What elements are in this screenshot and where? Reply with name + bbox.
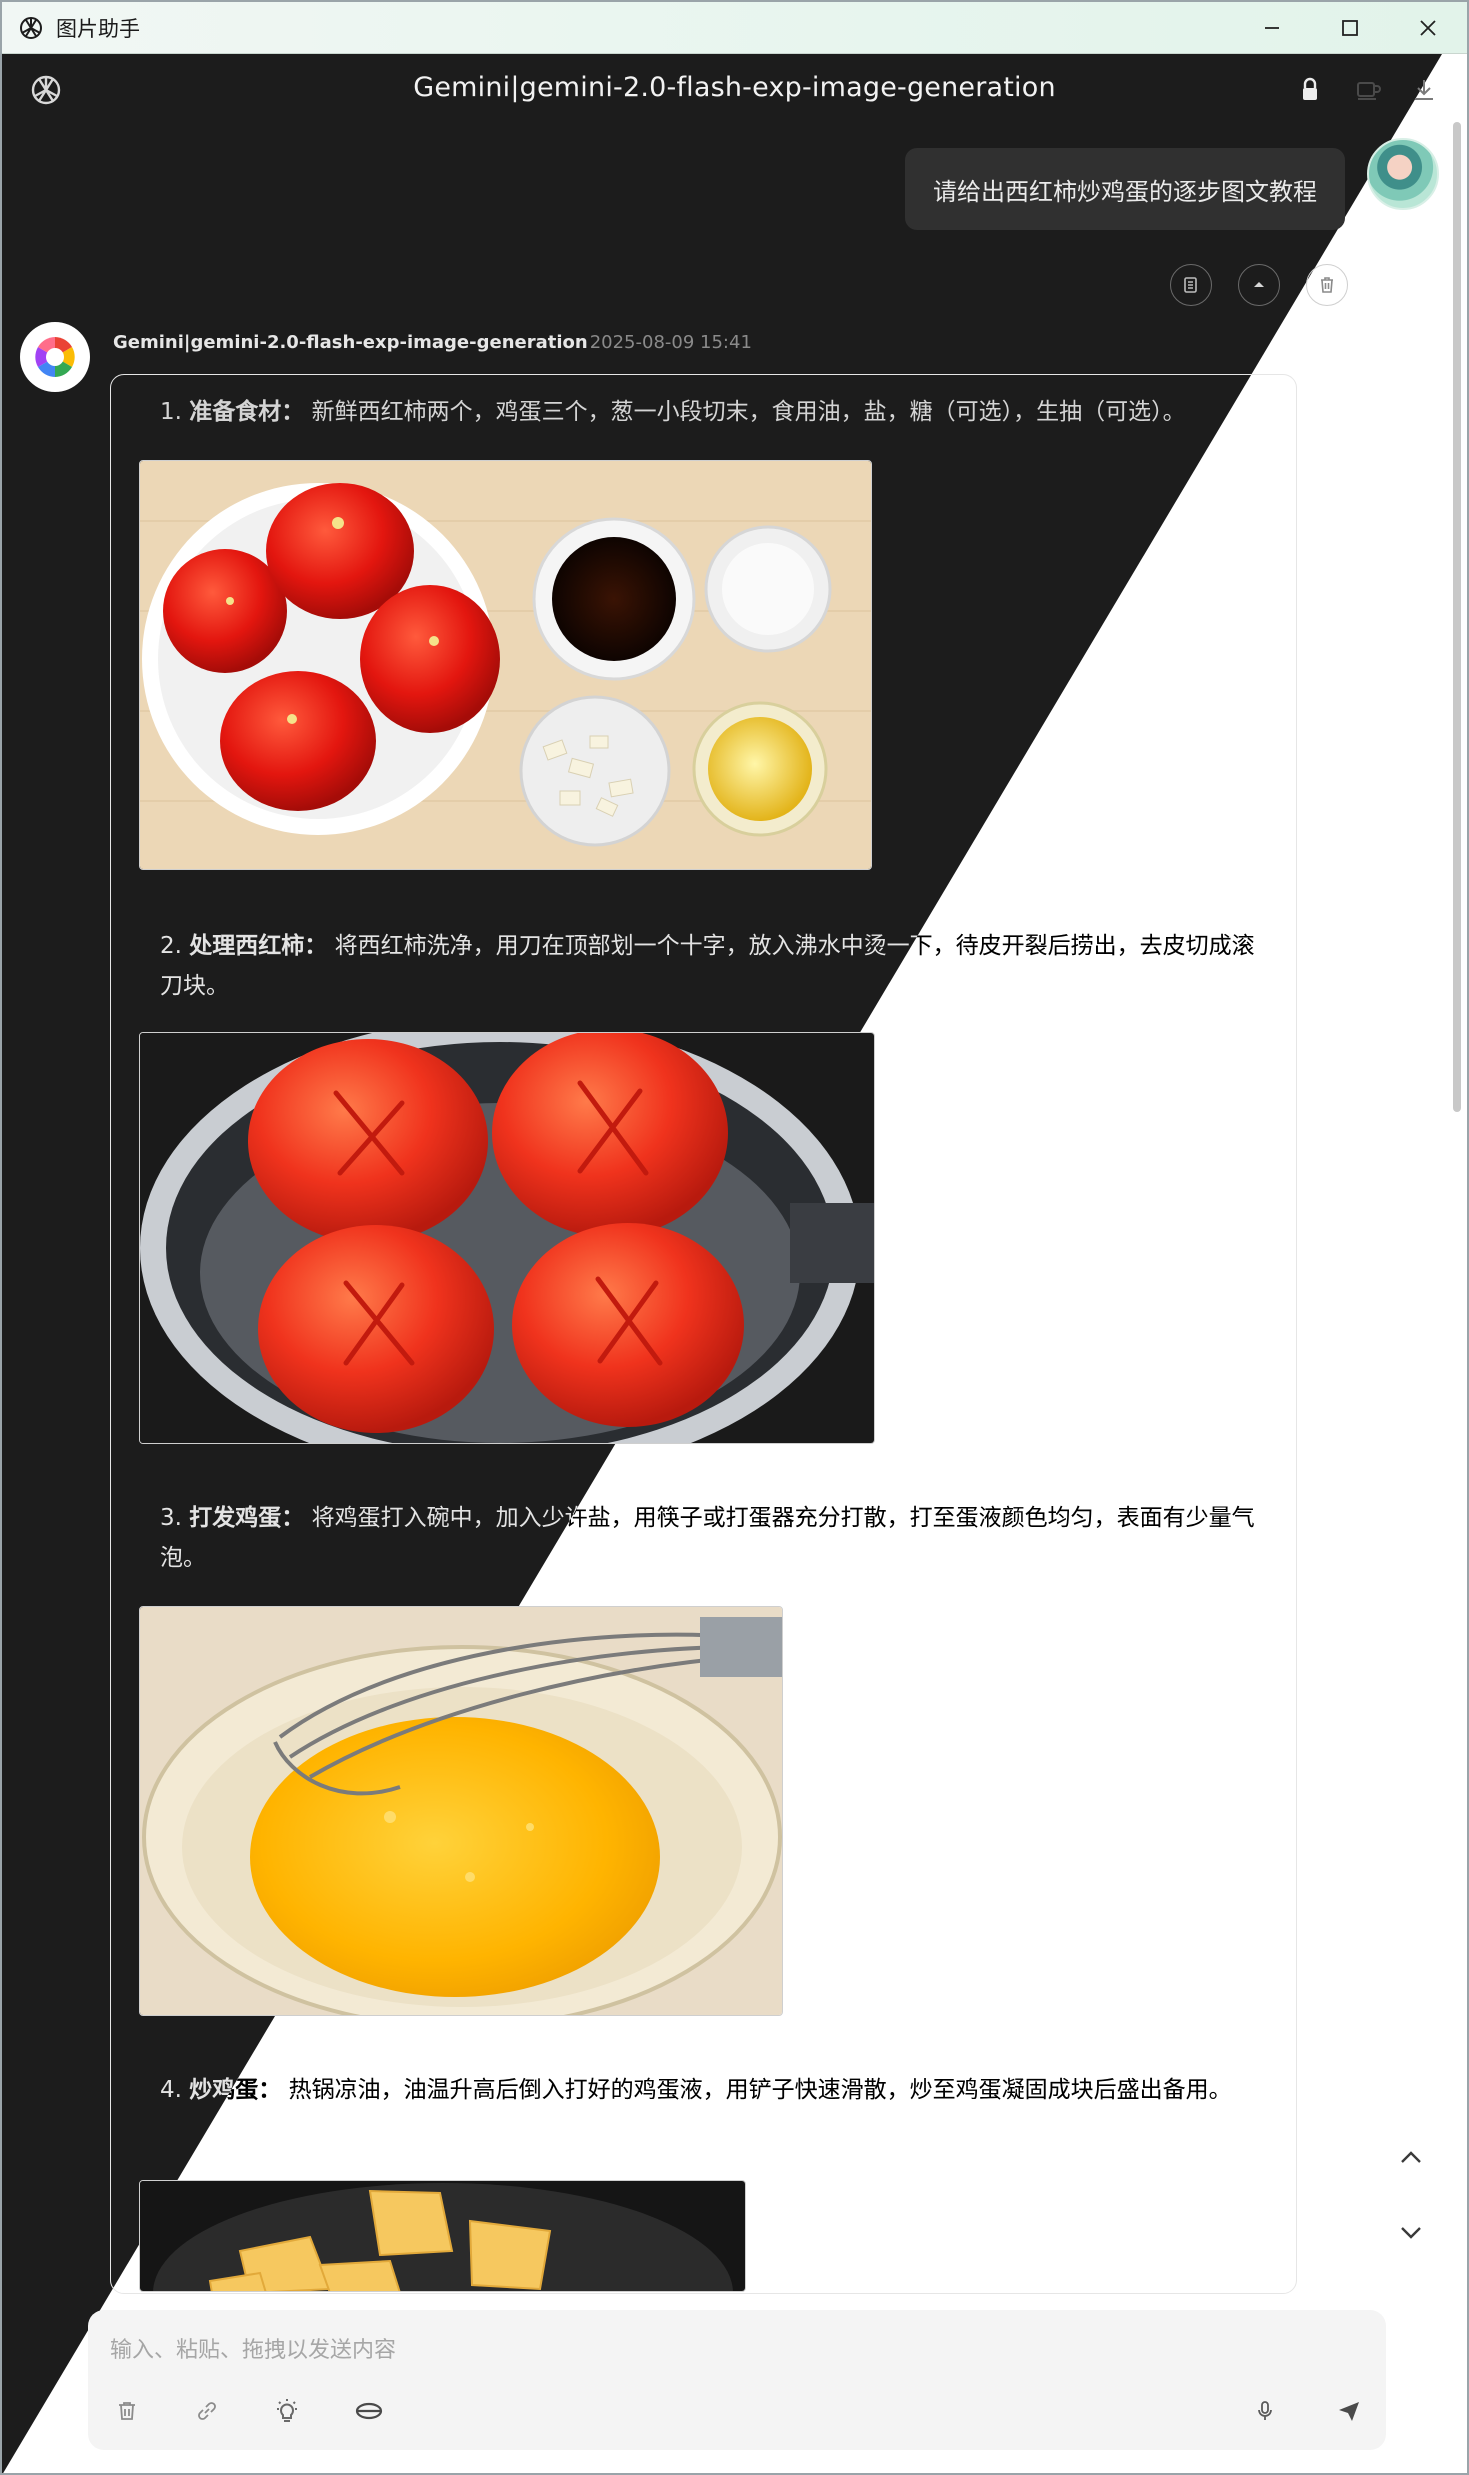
step-number: 2. [160,933,182,959]
step-number: 3. [160,1505,182,1531]
step-text: 将鸡蛋打入碗中，加入少许盐，用筷子或打蛋器充分打散，打至蛋液颜色均匀，表面有少量… [160,1505,1255,1571]
send-icon[interactable] [1332,2394,1366,2428]
scored-tomatoes-image[interactable] [139,1032,875,1444]
message-input[interactable]: 输入、粘贴、拖拽以发送内容 [110,2332,396,2364]
step-2: 2. 处理西红柿： 将西红柿洗净，用刀在顶部划一个十字，放入沸水中烫一下，待皮开… [160,926,1270,1006]
step-3: 3. 打发鸡蛋： 将鸡蛋打入碗中，加入少许盐，用筷子或打蛋器充分打散，打至蛋液颜… [160,1498,1270,1578]
step-title: 打发鸡蛋： [189,1505,305,1531]
network-icon[interactable] [352,2394,386,2428]
tomatoes-ingredients-image[interactable] [139,460,872,870]
chevron-up-icon[interactable] [1391,2138,1431,2178]
mic-icon[interactable] [1248,2394,1282,2428]
trash-icon[interactable] [110,2394,144,2428]
step-number: 4. [160,2077,182,2103]
message-composer[interactable]: 输入、粘贴、拖拽以发送内容 [88,2310,1386,2450]
step-number: 1. [160,399,182,425]
step-4: 4. 炒鸡蛋： 热锅凉油，油温升高后倒入打好的鸡蛋液，用铲子快速滑散，炒至鸡蛋凝… [160,2070,1270,2110]
whisked-eggs-image[interactable] [139,1606,783,2016]
vertical-scrollbar[interactable] [1453,122,1461,1112]
step-text: 热锅凉油，油温升高后倒入打好的鸡蛋液，用铲子快速滑散，炒至鸡蛋凝固成块后盛出备用… [281,2077,1232,2103]
bulb-icon[interactable] [270,2394,304,2428]
chevron-down-icon[interactable] [1391,2212,1431,2252]
scrambled-eggs-image[interactable] [139,2180,746,2292]
step-1: 1. 准备食材： 新鲜西红柿两个，鸡蛋三个，葱一小段切末，食用油，盐，糖（可选）… [160,392,1270,432]
step-text: 新鲜西红柿两个，鸡蛋三个，葱一小段切末，食用油，盐，糖（可选），生抽（可选）。 [304,399,1186,425]
app-window: 图片助手 Gemini|gemini-2.0-flash-exp-image-g… [0,0,1469,2475]
step-title: 炒鸡蛋： [189,2077,282,2103]
link-icon[interactable] [190,2394,224,2428]
step-title: 准备食材： [189,399,305,425]
step-title: 处理西红柿： [189,933,328,959]
